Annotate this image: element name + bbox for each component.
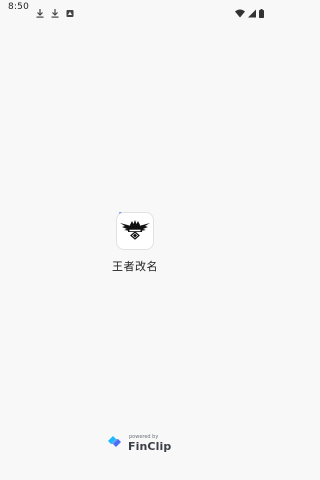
brand-text: powered by FinClip <box>128 433 172 453</box>
app-notification-icon <box>66 3 74 17</box>
finclip-logo-icon <box>106 433 124 453</box>
powered-by-label: powered by <box>129 433 159 440</box>
status-left: 8:50 <box>8 2 74 18</box>
finclip-brand: powered by FinClip <box>106 432 171 454</box>
app-logo <box>116 212 154 250</box>
crowned-emblem-logo-icon <box>119 218 151 244</box>
app-name: 王者改名 <box>112 260 158 273</box>
download-icon <box>51 3 59 18</box>
battery-icon <box>259 3 264 18</box>
wifi-icon <box>235 3 245 17</box>
brand-name: FinClip <box>128 439 172 453</box>
signal-icon <box>248 3 256 17</box>
download-icon <box>36 3 44 18</box>
status-time: 8:50 <box>8 2 30 12</box>
status-right <box>235 3 264 18</box>
status-bar: 8:50 <box>0 0 270 18</box>
